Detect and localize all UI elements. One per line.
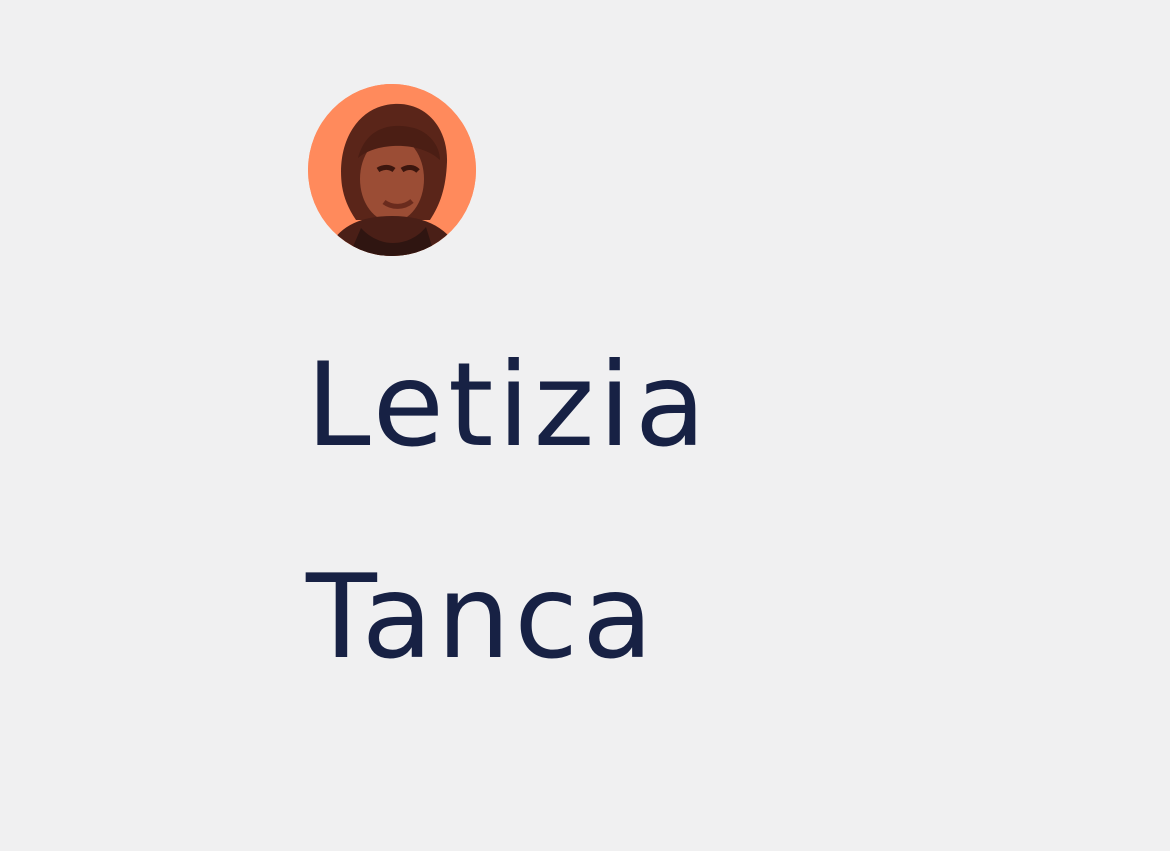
first-name: Letizia xyxy=(306,338,710,473)
user-card[interactable]: Letizia Tanca xyxy=(0,0,1170,851)
avatar[interactable] xyxy=(308,84,476,256)
last-name: Tanca xyxy=(306,550,658,685)
person-avatar-icon xyxy=(308,84,476,256)
